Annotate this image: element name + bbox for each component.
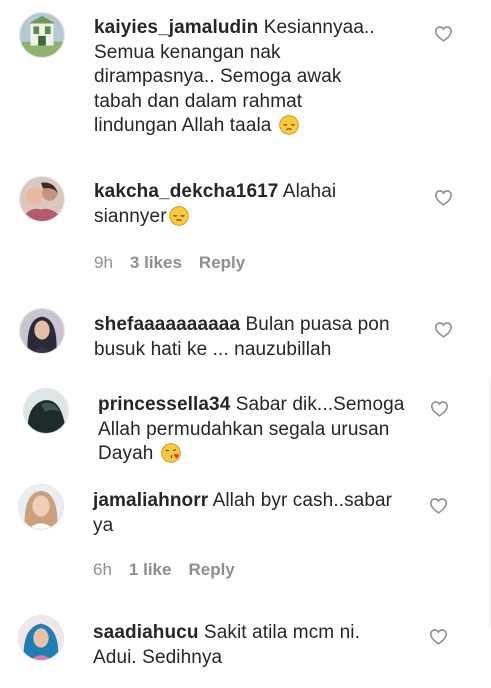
comment-username[interactable]: kaiyies_jamaludin	[94, 17, 258, 38]
comment-text: princessella34 Sabar dik...Semoga Allah …	[98, 393, 428, 467]
heart-outline-icon[interactable]	[434, 25, 453, 42]
comment-username[interactable]: kakcha_dekcha1617	[94, 181, 278, 202]
comment-time: 6h	[93, 560, 112, 579]
avatar[interactable]	[18, 484, 64, 530]
comment-text: jamaliahnorr Allah byr cash..sabar ya	[93, 489, 423, 538]
pensive-face-emoji	[279, 115, 299, 135]
heart-outline-icon[interactable]	[430, 400, 449, 417]
reply-button[interactable]: Reply	[188, 560, 234, 579]
comment-likes[interactable]: 1 like	[129, 560, 172, 579]
heart-outline-icon[interactable]	[429, 497, 448, 514]
comment-username[interactable]: shefaaaaaaaaaa	[94, 314, 240, 335]
comment-username[interactable]: jamaliahnorr	[93, 490, 208, 511]
comment-text: shefaaaaaaaaaa Bulan puasa pon busuk hat…	[94, 313, 434, 362]
avatar[interactable]	[23, 388, 69, 434]
heart-outline-icon[interactable]	[429, 628, 448, 645]
reply-button[interactable]: Reply	[199, 253, 245, 272]
comment-meta: 6h 1 like Reply	[93, 560, 252, 580]
comment-username[interactable]: saadiahucu	[93, 622, 199, 643]
divider	[489, 378, 490, 628]
avatar[interactable]	[19, 308, 65, 354]
comment-meta: 9h 3 likes Reply	[94, 253, 262, 273]
avatar[interactable]	[19, 176, 65, 222]
heart-outline-icon[interactable]	[434, 189, 453, 206]
avatar[interactable]	[19, 12, 65, 58]
face-blowing-kiss-emoji	[161, 443, 181, 463]
pensive-face-emoji	[168, 205, 189, 226]
comment-likes[interactable]: 3 likes	[130, 253, 182, 272]
comment-text: kaiyies_jamaludin Kesiannyaa.. Semua ken…	[94, 16, 454, 139]
comment-username[interactable]: princessella34	[98, 394, 230, 415]
comment-text: saadiahucu Sakit atila mcm ni. Adui. Sed…	[93, 621, 423, 670]
comment-time: 9h	[94, 253, 113, 272]
heart-outline-icon[interactable]	[434, 321, 453, 338]
avatar[interactable]	[18, 615, 64, 661]
comment-text: kakcha_dekcha1617 Alahai siannyer	[94, 180, 424, 229]
